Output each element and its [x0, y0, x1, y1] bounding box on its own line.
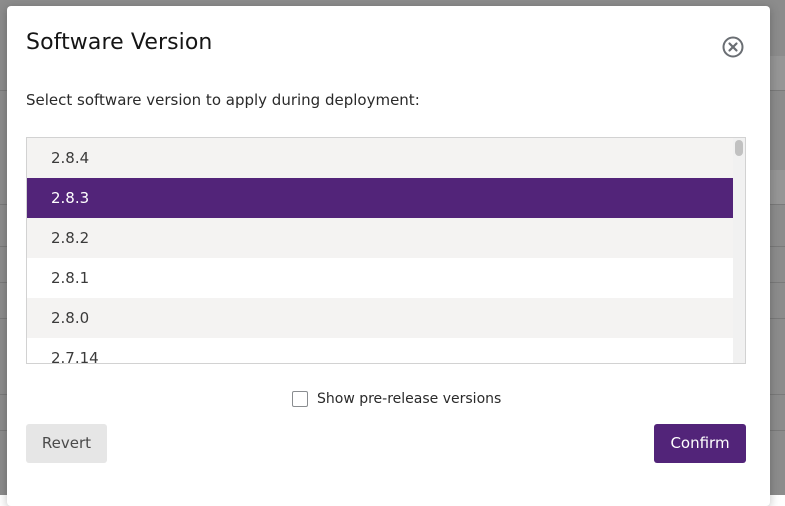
scrollbar-thumb[interactable]: [735, 140, 743, 156]
version-list-item[interactable]: 2.8.1: [27, 258, 733, 298]
revert-button[interactable]: Revert: [26, 424, 107, 463]
dialog-instruction: Select software version to apply during …: [26, 91, 420, 109]
version-list-item[interactable]: 2.8.0: [27, 298, 733, 338]
dialog-title: Software Version: [26, 30, 213, 55]
software-version-dialog: Software Version Select software version…: [7, 6, 770, 506]
version-list-item[interactable]: 2.8.4: [27, 138, 733, 178]
version-list-items: 2.8.4 2.8.3 2.8.2 2.8.1 2.8.0 2.7.14: [27, 138, 733, 363]
prerelease-checkbox[interactable]: [292, 391, 308, 407]
close-icon[interactable]: [722, 36, 744, 58]
background-row: [770, 170, 785, 204]
version-list[interactable]: 2.8.4 2.8.3 2.8.2 2.8.1 2.8.0 2.7.14: [26, 137, 746, 364]
version-list-item[interactable]: 2.7.14: [27, 338, 733, 363]
version-list-item[interactable]: 2.8.2: [27, 218, 733, 258]
version-list-scrollbar[interactable]: [733, 138, 745, 363]
confirm-button[interactable]: Confirm: [654, 424, 746, 463]
prerelease-toggle[interactable]: Show pre-release versions: [292, 391, 501, 407]
background-row: [770, 56, 785, 90]
version-list-item[interactable]: 2.8.3: [27, 178, 733, 218]
prerelease-label: Show pre-release versions: [317, 391, 502, 407]
